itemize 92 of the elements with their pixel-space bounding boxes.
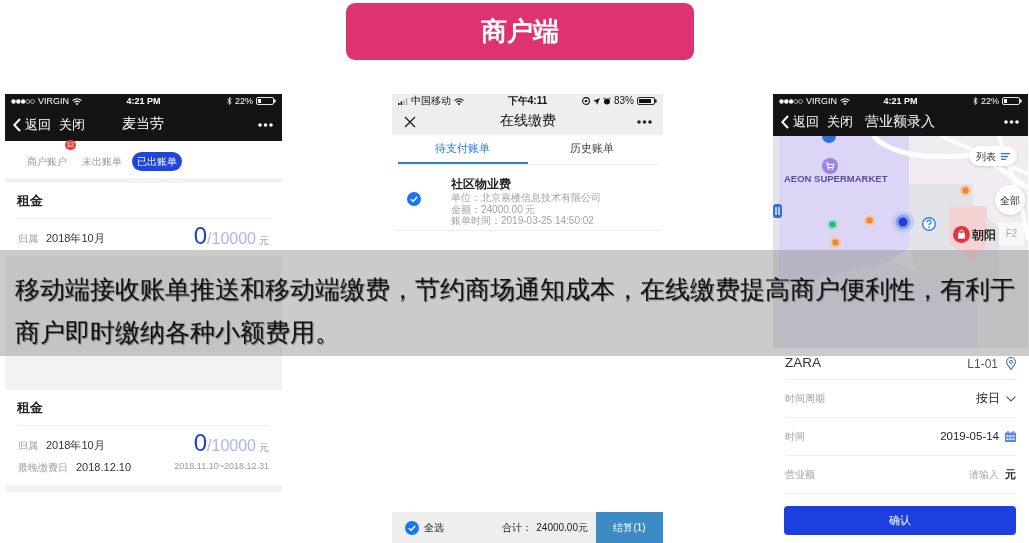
close-button[interactable]: 关闭 xyxy=(827,112,853,132)
battery-icon xyxy=(256,97,276,105)
location-arrow-icon xyxy=(593,97,600,105)
carrier-name: 中国移动 xyxy=(411,96,451,106)
billing-period: 2018.11.10~2018.12.31 xyxy=(174,460,269,474)
store-unit: L1-01 xyxy=(967,355,998,373)
bill-detail: 单位：北京嘉楼信息技术有限公司 xyxy=(451,192,601,204)
bill-title: 租金 xyxy=(17,191,43,210)
field-value: 2018年10月 xyxy=(46,230,105,246)
list-button[interactable]: 列表 xyxy=(969,146,1017,166)
map-dot-icon xyxy=(827,219,838,230)
battery-percent: 22% xyxy=(235,96,253,106)
signal-icon xyxy=(398,97,408,105)
map-dot-icon xyxy=(830,237,841,248)
rotation-lock-icon xyxy=(582,97,590,105)
wifi-icon xyxy=(840,97,850,105)
list-icon xyxy=(1001,152,1010,160)
status-time: 4:21 PM xyxy=(883,96,918,106)
field-label: 最晚缴费日 xyxy=(18,460,68,475)
total-amount: /10000 xyxy=(207,436,256,456)
close-button[interactable]: 关闭 xyxy=(59,114,85,135)
close-icon[interactable] xyxy=(404,115,416,128)
field-label: 时间周期 xyxy=(785,392,825,406)
more-icon[interactable] xyxy=(1004,120,1019,124)
signal-icon xyxy=(779,98,803,104)
currency-unit: 元 xyxy=(259,233,269,248)
screen-title: 在线缴费 xyxy=(500,112,556,131)
battery-icon xyxy=(637,97,657,105)
carrier-name: VIRGIN xyxy=(806,96,837,106)
unit-label: 元 xyxy=(1005,467,1016,483)
bill-title: 租金 xyxy=(17,398,43,417)
field-label: 营业额 xyxy=(785,468,815,482)
back-button[interactable]: 返回 xyxy=(781,112,819,132)
checkbox-icon[interactable] xyxy=(407,192,421,206)
battery-percent: 83% xyxy=(614,96,634,106)
total-amount: /10000 xyxy=(207,229,256,249)
store-label: AEON SUPERMARKET xyxy=(784,173,888,185)
bluetooth-icon xyxy=(227,97,232,105)
current-location-icon xyxy=(892,211,914,233)
alarm-clock-icon xyxy=(603,97,611,105)
screen-title: 麦当劳 xyxy=(122,115,164,134)
bill-title: 社区物业费 xyxy=(451,176,512,192)
caption-text: 移动端接收账单推送和移动端缴费，节约商场通知成本，在线缴费提高商户便利性，有利于商户即时缴纳各种小额费用。 xyxy=(15,274,1015,348)
status-time: 下午4:11 xyxy=(507,96,548,106)
calendar-icon xyxy=(1005,431,1016,442)
subway-icon xyxy=(773,204,782,218)
help-icon xyxy=(922,217,936,231)
back-chevron-icon xyxy=(781,115,789,129)
wifi-icon xyxy=(72,97,82,105)
field-label: 时间 xyxy=(785,430,805,444)
wifi-icon xyxy=(454,97,464,105)
location-pin-icon xyxy=(1006,357,1016,370)
field-label: 归属 xyxy=(18,231,38,246)
field-value: 2018.12.10 xyxy=(76,459,132,475)
map-dot-icon xyxy=(960,185,971,196)
bill-detail: 账单时间：2019-03-25 14:50:02 xyxy=(451,215,595,227)
select-all-button[interactable]: 全选 xyxy=(405,520,444,535)
status-time: 4:21 PM xyxy=(126,96,161,106)
paid-amount: 0 xyxy=(193,224,208,247)
period-select[interactable]: 按日 xyxy=(976,389,1016,408)
amount-input[interactable]: 请输入 xyxy=(963,467,999,482)
back-chevron-icon xyxy=(13,117,21,132)
chevron-down-icon xyxy=(1006,395,1016,402)
signal-icon xyxy=(11,98,35,104)
total-amount: 24000.00元 xyxy=(536,521,588,535)
bluetooth-icon xyxy=(973,97,978,105)
confirm-button[interactable]: 确认 xyxy=(784,506,1016,535)
battery-percent: 22% xyxy=(981,96,999,106)
back-button[interactable]: 返回 xyxy=(13,114,51,135)
field-value: 2018年10月 xyxy=(46,437,105,453)
more-icon[interactable] xyxy=(637,119,652,124)
place-label: 朝阳 xyxy=(972,228,996,242)
more-icon[interactable] xyxy=(258,122,273,127)
paid-amount: 0 xyxy=(193,431,208,454)
carrier-name: VIRGIN xyxy=(38,96,69,106)
tab[interactable]: 历史账单 xyxy=(527,135,657,164)
screen-title: 营业额录入 xyxy=(865,112,935,131)
checkbox-icon[interactable] xyxy=(405,520,419,535)
map-dot-icon xyxy=(864,215,875,226)
bill-detail: 金额：24000.00 元 xyxy=(451,203,537,215)
cart-icon xyxy=(822,158,838,174)
date-picker[interactable]: 2019-05-14 xyxy=(940,427,1016,446)
total-label: 合计： xyxy=(502,521,533,535)
tab[interactable]: 已出账单 xyxy=(132,151,182,171)
field-label: 归属 xyxy=(18,438,38,453)
currency-unit: 元 xyxy=(259,440,269,455)
shopping-bag-icon xyxy=(953,226,970,243)
store-name: ZARA xyxy=(785,354,821,373)
checkout-button[interactable]: 结算(1) xyxy=(596,512,663,543)
battery-icon xyxy=(1002,97,1022,105)
section-title: 商户端 xyxy=(346,3,694,60)
tab[interactable]: 待支付账单 xyxy=(398,135,528,164)
